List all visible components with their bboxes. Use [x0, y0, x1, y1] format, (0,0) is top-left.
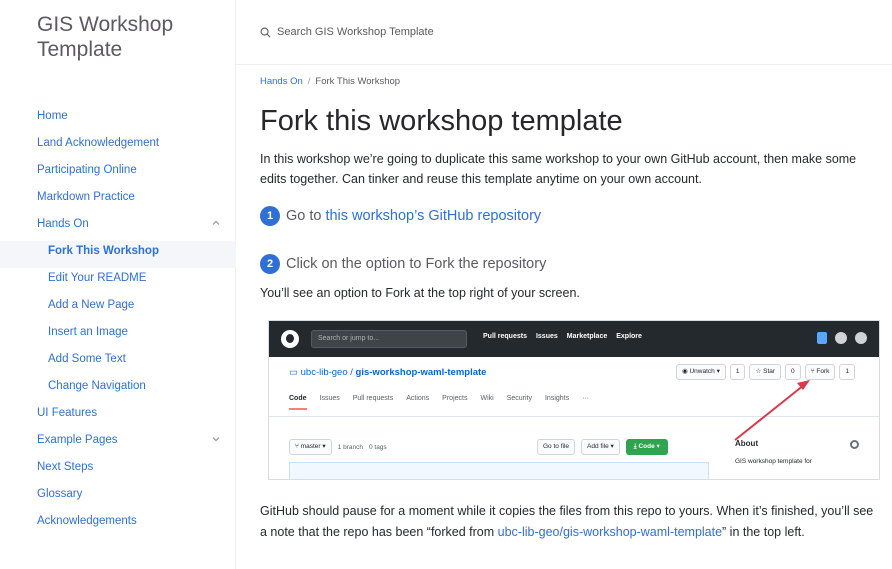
site-title[interactable]: GIS Workshop Template: [37, 12, 217, 62]
sidebar-item[interactable]: Insert an Image: [0, 322, 236, 349]
github-repository-link[interactable]: this workshop’s GitHub repository: [325, 208, 541, 224]
sidebar-nav: Home Land Acknowledgement Participating On…: [0, 106, 236, 538]
breadcrumb-parent-link[interactable]: Hands On: [260, 76, 303, 87]
step-1: 1 Go to this workshop’s GitHub repositor…: [260, 206, 541, 226]
sidebar-item[interactable]: Glossary: [0, 484, 236, 511]
sidebar-item[interactable]: Fork This Workshop: [0, 241, 236, 268]
step-2-number-badge: 2: [260, 254, 280, 274]
search-box[interactable]: Search GIS Workshop Template: [260, 26, 434, 38]
sidebar-item-label[interactable]: Hands On: [37, 214, 89, 234]
sidebar-item-label[interactable]: Glossary: [37, 484, 82, 504]
breadcrumb: Hands On / Fork This Workshop: [260, 76, 400, 87]
sidebar-item[interactable]: Acknowledgements: [0, 511, 236, 538]
sidebar-item[interactable]: UI Features: [0, 403, 236, 430]
step-1-number-badge: 1: [260, 206, 280, 226]
sidebar-item-label[interactable]: Next Steps: [37, 457, 93, 477]
sidebar-item-label[interactable]: UI Features: [37, 403, 97, 423]
sidebar-item-label[interactable]: Add Some Text: [48, 349, 126, 369]
forked-repo-link[interactable]: ubc-lib-geo/gis-workshop-waml-template: [498, 525, 722, 539]
intro-paragraph: In this workshop we’re going to duplicat…: [260, 152, 857, 186]
chevron-up-icon[interactable]: [210, 217, 222, 229]
sidebar-item[interactable]: Home: [0, 106, 236, 133]
sidebar-item-label[interactable]: Insert an Image: [48, 322, 128, 342]
breadcrumb-separator: /: [307, 76, 311, 87]
closing-paragraph: GitHub should pause for a moment while i…: [260, 501, 880, 543]
sidebar-item-label[interactable]: Fork This Workshop: [48, 241, 159, 261]
sidebar-item[interactable]: Add a New Page: [0, 295, 236, 322]
page-title: Fork this workshop template: [260, 105, 623, 137]
sidebar-item[interactable]: Add Some Text: [0, 349, 236, 376]
sidebar-item-label[interactable]: Acknowledgements: [37, 511, 137, 531]
sidebar: GIS Workshop Template Home Land Acknowled…: [0, 0, 236, 569]
chevron-down-icon[interactable]: [210, 433, 222, 445]
red-arrow-pointer-icon: [734, 380, 810, 441]
step-2-text: Click on the option to Fork the reposito…: [286, 256, 547, 272]
sidebar-item-label[interactable]: Markdown Practice: [37, 187, 135, 207]
sidebar-item-label[interactable]: Example Pages: [37, 430, 118, 450]
sidebar-item-label[interactable]: Participating Online: [37, 160, 137, 180]
sidebar-item-label[interactable]: Change Navigation: [48, 376, 146, 396]
step-2: 2 Click on the option to Fork the reposi…: [260, 254, 546, 274]
fork-location-note: You’ll see an option to Fork at the top …: [260, 286, 580, 300]
top-bar: Search GIS Workshop Template: [236, 0, 892, 65]
closing-text-end: ” in the top left.: [722, 525, 805, 539]
sidebar-item[interactable]: Edit Your README: [0, 268, 236, 295]
sidebar-item[interactable]: Next Steps: [0, 457, 236, 484]
sidebar-item-label[interactable]: Edit Your README: [48, 268, 146, 288]
sidebar-item[interactable]: Example Pages: [0, 430, 236, 457]
search-icon: [260, 27, 271, 37]
sidebar-item[interactable]: Hands On: [0, 214, 236, 241]
search-input[interactable]: Search GIS Workshop Template: [277, 26, 434, 38]
sidebar-item[interactable]: Markdown Practice: [0, 187, 236, 214]
sidebar-item-label[interactable]: Land Acknowledgement: [37, 133, 159, 153]
sidebar-item-label[interactable]: Add a New Page: [48, 295, 134, 315]
github-fork-screenshot: Search or jump to... Pull requests Issue…: [268, 320, 880, 480]
sidebar-item[interactable]: Participating Online: [0, 160, 236, 187]
breadcrumb-current: Fork This Workshop: [315, 76, 401, 87]
sidebar-item-label[interactable]: Home: [37, 106, 68, 126]
step-1-text: Go to: [286, 208, 322, 224]
sidebar-item[interactable]: Land Acknowledgement: [0, 133, 236, 160]
sidebar-item[interactable]: Change Navigation: [0, 376, 236, 403]
